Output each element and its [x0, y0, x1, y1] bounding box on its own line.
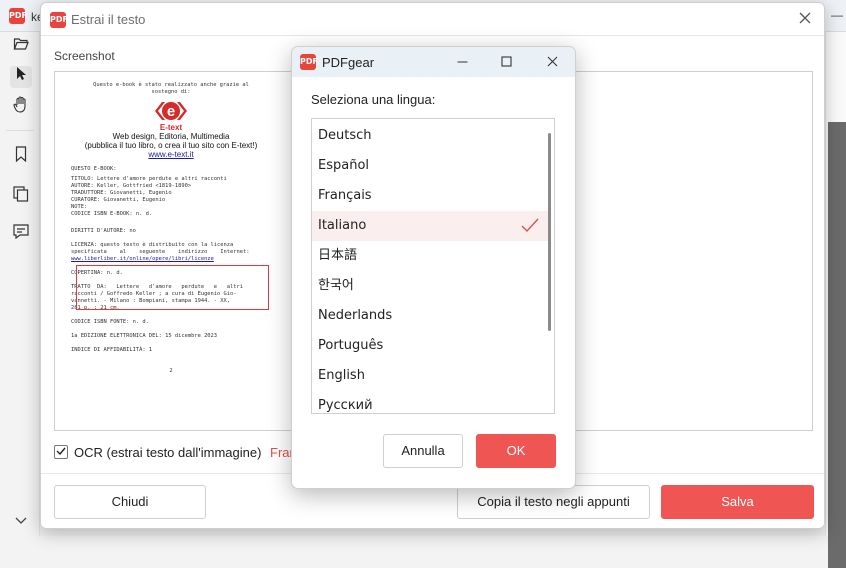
language-list-scrollbar[interactable]: [548, 133, 551, 331]
folder-open-icon[interactable]: [10, 36, 32, 58]
document-preview: Questo e-book è stato realizzato anche g…: [71, 82, 271, 427]
chevron-down-icon[interactable]: [10, 510, 32, 532]
copy-pages-icon[interactable]: [10, 186, 32, 208]
etext-tagline: (pubblica il tuo libro, o crea il tuo si…: [84, 141, 258, 150]
doc-line: CURATORE: Giovanetti, Eugenio: [71, 197, 166, 203]
doc-line: TITOLO: Lettere d'amore perdute e altri …: [71, 176, 227, 182]
pdfgear-logo-icon: PDF: [300, 54, 318, 70]
language-option[interactable]: Español: [312, 151, 550, 181]
cancel-button[interactable]: Annulla: [383, 434, 463, 468]
language-option-label: Italiano: [318, 218, 367, 233]
right-page-strip: [825, 32, 846, 568]
language-option[interactable]: Nederlands: [312, 301, 550, 331]
selection-highlight-box: [76, 265, 269, 310]
language-option[interactable]: Русский: [312, 391, 550, 413]
close-button[interactable]: Chiudi: [54, 485, 206, 519]
page-edge: [828, 122, 846, 568]
svg-text:e: e: [167, 103, 175, 120]
language-option-selected[interactable]: Italiano: [312, 211, 550, 241]
maximize-icon[interactable]: [494, 51, 518, 73]
copy-to-clipboard-button[interactable]: Copia il testo negli appunti: [457, 485, 650, 519]
bookmark-icon[interactable]: [10, 146, 32, 168]
ocr-checkbox[interactable]: [54, 445, 68, 459]
doc-line: NOTE:: [71, 204, 88, 210]
close-icon[interactable]: [540, 51, 564, 73]
page-number: 2: [169, 368, 173, 374]
doc-line: [71, 340, 271, 347]
hand-icon[interactable]: [10, 96, 32, 118]
doc-line: INDICE DI AFFIDABILITÀ: 1: [71, 347, 153, 353]
left-toolbar: [0, 32, 40, 536]
language-option[interactable]: 日本語: [312, 241, 550, 271]
doc-line: QUESTO E-BOOK:: [71, 166, 117, 172]
etext-brand: E-text: [159, 123, 183, 132]
checkmark-icon: [520, 211, 540, 241]
ok-button[interactable]: OK: [476, 434, 556, 468]
language-dialog-titlebar: PDF PDFgear: [292, 47, 575, 77]
doc-line: [71, 312, 271, 319]
screenshot-label: Screenshot: [54, 49, 115, 63]
save-button[interactable]: Salva: [661, 485, 814, 519]
intro-line: sostegno di:: [151, 89, 191, 95]
doc-line: CODICE ISBN E-BOOK: n. d.: [71, 211, 153, 217]
extract-dialog-title: Estrai il testo: [71, 12, 146, 27]
extract-dialog-titlebar: PDF Estrai il testo: [41, 3, 824, 35]
doc-line: TRADUTTORE: Giovanetti, Eugenio: [71, 190, 172, 196]
doc-line: [71, 326, 271, 333]
minimize-icon[interactable]: [450, 51, 474, 73]
doc-line: DIRITTI D'AUTORE: no: [71, 228, 136, 234]
divider: [41, 35, 824, 36]
doc-line: CODICE ISBN FONTE: n. d.: [71, 319, 149, 325]
language-option[interactable]: English: [312, 361, 550, 391]
language-dialog: PDF PDFgear Seleziona una lingua: Deutsc…: [291, 46, 576, 489]
doc-line: LICENZA: questo testo è distribuito con …: [71, 242, 234, 248]
doc-line: 1a EDIZIONE ELETTRONICA DEL: 15 dicembre…: [71, 333, 218, 339]
doc-line: AUTORE: Keller, Gottfried <1819-1890>: [71, 183, 192, 189]
etext-website-link: www.e-text.it: [148, 150, 194, 159]
etext-tagline: Web design, Editoria, Multimedia: [112, 132, 230, 141]
language-option[interactable]: Deutsch: [312, 121, 550, 151]
doc-line-link: www.liberliber.it/online/opere/libri/lic…: [71, 256, 214, 262]
pdfgear-logo-icon: PDF: [50, 12, 68, 28]
doc-line: [71, 218, 271, 228]
doc-line: [71, 235, 271, 242]
language-option[interactable]: Français: [312, 181, 550, 211]
close-icon[interactable]: [794, 8, 816, 30]
etext-logo-icon: e: [133, 99, 209, 123]
language-dialog-title: PDFgear: [322, 55, 375, 70]
language-option[interactable]: Português: [312, 331, 550, 361]
app-logo: PDF: [9, 8, 27, 24]
doc-line: specificata al seguente indirizzo Intern…: [71, 249, 250, 255]
language-option[interactable]: 한국어: [312, 271, 550, 301]
intro-line: Questo e-book è stato realizzato anche g…: [93, 82, 249, 88]
toolbar-divider: [6, 130, 34, 131]
ocr-checkbox-label[interactable]: OCR (estrai testo dall'immagine): [74, 445, 261, 460]
minimize-icon[interactable]: —: [826, 5, 846, 25]
comment-icon[interactable]: [10, 224, 32, 246]
language-prompt: Seleziona una lingua:: [311, 92, 436, 107]
pointer-icon[interactable]: [10, 66, 32, 88]
language-list: Deutsch Español Français Italiano 日本語 한국…: [311, 118, 555, 414]
